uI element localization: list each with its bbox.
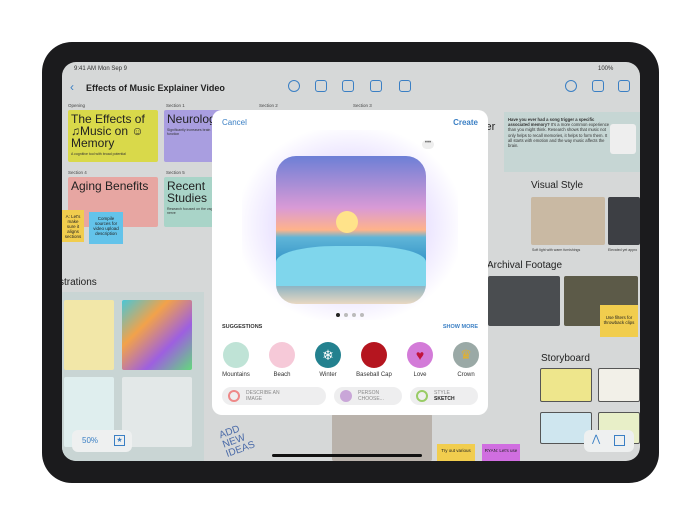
suggestions-label: SUGGESTIONS (222, 324, 263, 330)
person-icon (340, 390, 352, 402)
section-label: Section 4 (68, 170, 87, 175)
create-button[interactable]: Create (453, 118, 478, 127)
generated-image[interactable] (276, 156, 426, 304)
playground-icon (228, 390, 240, 402)
sticky-note[interactable]: RYAN: Let's use (482, 444, 520, 461)
status-time: 9:41 AM (74, 66, 97, 72)
undo-icon[interactable] (565, 80, 577, 92)
sticky-note-icon[interactable] (315, 80, 327, 92)
section-label: Section 1 (166, 103, 185, 108)
section-label: Section 5 (166, 170, 185, 175)
suggestion-love[interactable]: ♥ Love (398, 342, 442, 378)
sticky-note[interactable]: Compile sources for video upload descrip… (89, 212, 123, 244)
section-label: Section 3 (353, 103, 372, 108)
pen-icon[interactable]: ⋀ (592, 434, 600, 445)
photo-caption: Soft light with warm furnishings (532, 248, 581, 252)
photo-caption: Elevated yet appro (608, 248, 638, 252)
suggestion-winter[interactable]: ❄ Winter (306, 342, 350, 378)
home-indicator (272, 454, 422, 457)
card-opening[interactable]: The Effects of ♫Music on ☺Memory A cognit… (68, 110, 158, 162)
compose-icon[interactable] (618, 80, 630, 92)
text-box-icon[interactable] (370, 80, 382, 92)
storyboard-heading: Storyboard (541, 353, 590, 364)
status-date: Mon Sep 9 (98, 66, 128, 72)
suggestion-mountains[interactable]: Mountains (214, 342, 258, 378)
handwritten-note: ADD NEW IDEAS (217, 423, 257, 460)
select-icon[interactable] (614, 435, 625, 446)
media-icon[interactable] (399, 80, 411, 92)
share-icon[interactable] (592, 80, 604, 92)
star-icon[interactable]: ★ (114, 435, 125, 446)
show-more-button[interactable]: SHOW MORE (443, 324, 478, 330)
visual-style-photo[interactable] (608, 197, 640, 245)
board-title[interactable]: Effects of Music Explainer Video (86, 83, 225, 93)
sun-shape (336, 211, 358, 233)
pen-tool-icon[interactable] (288, 80, 300, 92)
zoom-control[interactable]: 50% ★ (72, 430, 132, 452)
person-choose-button[interactable]: PERSON CHOOSE... (334, 387, 402, 405)
zoom-level: 50% (82, 436, 99, 445)
illustration-headphones[interactable] (64, 300, 114, 370)
illustration-rainbow-hair[interactable] (122, 300, 192, 370)
illustrations-heading: strations (62, 277, 97, 288)
sticky-note[interactable]: Try out various (437, 444, 475, 461)
image-playground-sheet: Cancel Create ••• SUGGESTIONS SHOW MORE … (212, 110, 488, 415)
section-label: Section 2 (259, 103, 278, 108)
storyboard-frame[interactable] (540, 368, 592, 402)
illustration-empty[interactable] (122, 377, 192, 447)
heart-icon: ♥ (407, 342, 433, 368)
sticky-note[interactable]: Use filters for throwback clips (600, 305, 638, 337)
archival-photo[interactable] (488, 276, 560, 326)
describe-image-button[interactable]: DESCRIBE AN IMAGE (222, 387, 326, 405)
shapes-icon[interactable] (342, 80, 354, 92)
cancel-button[interactable]: Cancel (222, 118, 247, 127)
sticky-note[interactable]: A: Let's make sure it aligns sections (62, 210, 84, 242)
storyboard-frame[interactable] (598, 368, 640, 402)
snowflake-icon: ❄ (315, 342, 341, 368)
more-icon[interactable]: ••• (422, 140, 434, 149)
mountain-icon (223, 342, 249, 368)
canvas-tools: ⋀ (584, 430, 634, 452)
style-icon (416, 390, 428, 402)
battery-level: 100% (598, 66, 614, 72)
palm-tree-icon (269, 342, 295, 368)
crown-icon: ♛ (453, 342, 479, 368)
section-label: Opening (68, 103, 86, 108)
pool-shape (276, 246, 426, 286)
audio-clip[interactable] (610, 124, 636, 154)
suggestion-beach[interactable]: Beach (260, 342, 304, 378)
style-button[interactable]: STYLE SKETCH (410, 387, 478, 405)
archival-footage-heading: Archival Footage (487, 260, 563, 271)
cap-icon (361, 342, 387, 368)
visual-style-heading: Visual Style (531, 180, 584, 191)
freeform-screen: 9:41 AM Mon Sep 9 100% ‹ Effects of Musi… (62, 62, 640, 461)
suggestion-baseball-cap[interactable]: Baseball Cap (352, 342, 396, 378)
suggestion-crown[interactable]: ♛ Crown (444, 342, 488, 378)
back-icon[interactable]: ‹ (70, 80, 74, 94)
visual-style-photo[interactable] (531, 197, 605, 245)
